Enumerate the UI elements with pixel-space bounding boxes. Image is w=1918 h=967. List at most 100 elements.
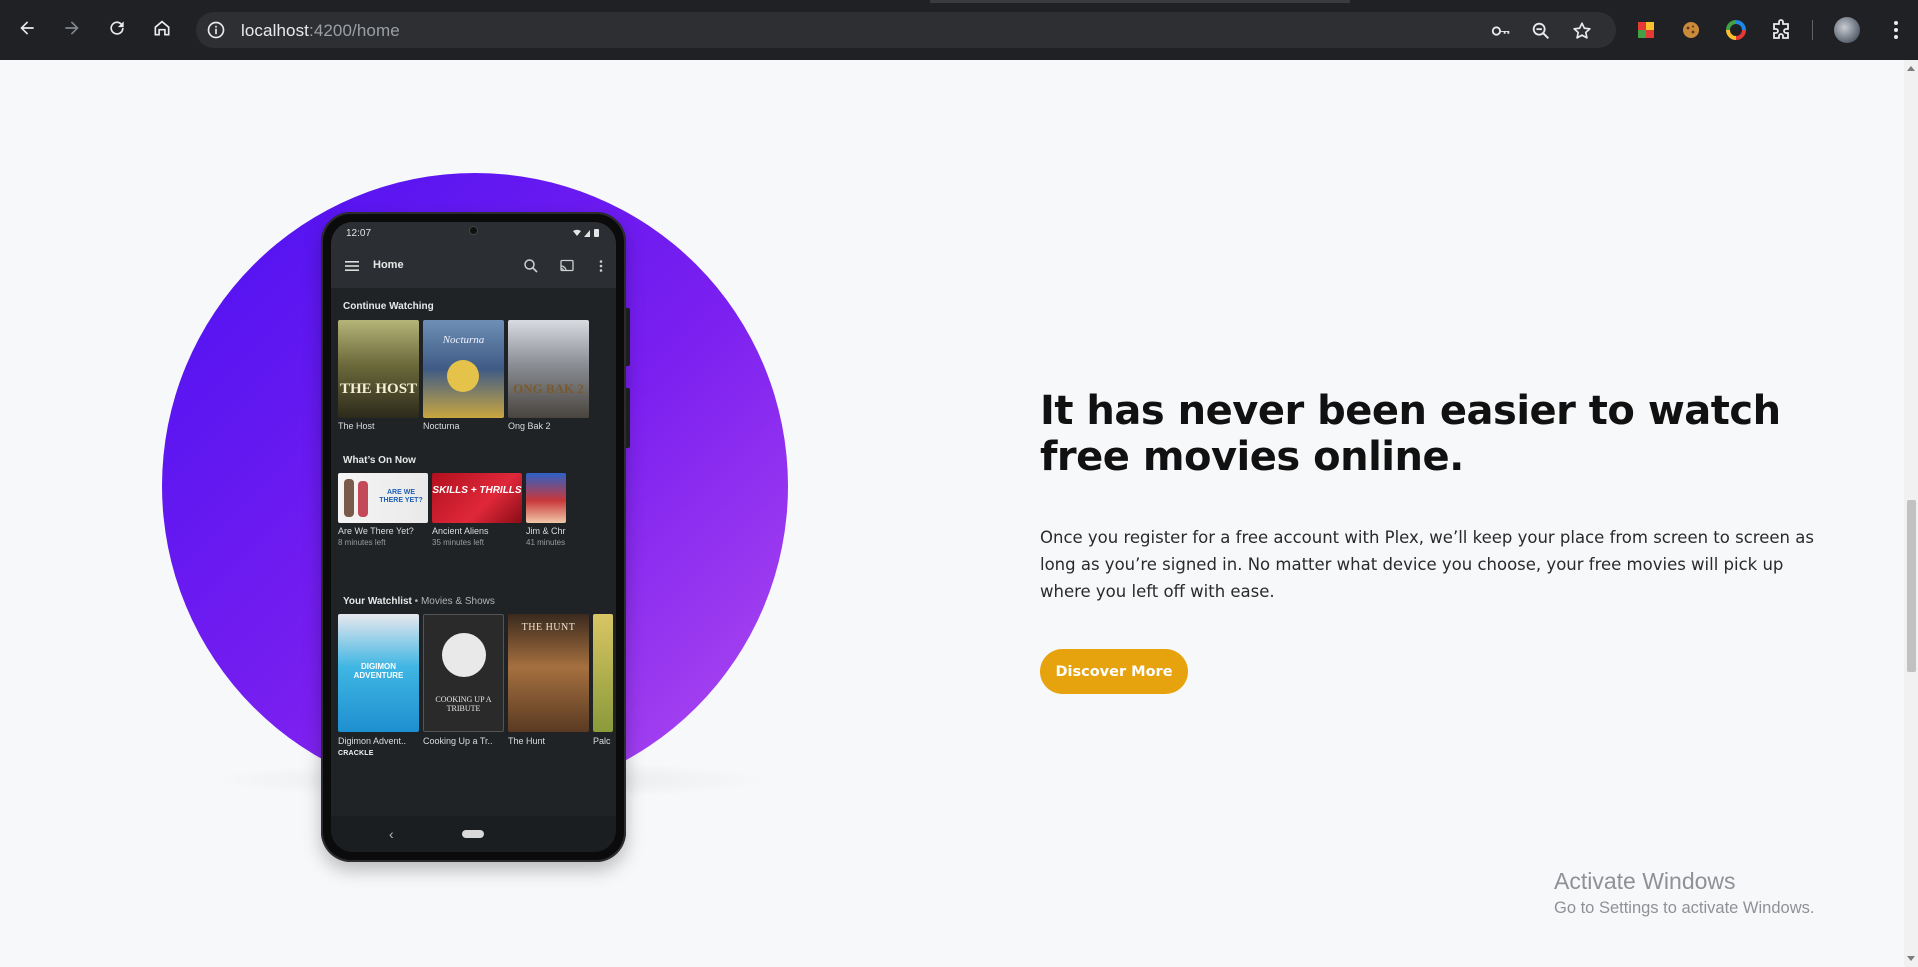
live-thumbnail: ARE WE THERE YET? bbox=[338, 473, 428, 523]
poster-card[interactable]: Nocturna Nocturna bbox=[423, 320, 504, 436]
poster-moon-shape bbox=[447, 360, 479, 392]
poster-caption: Nocturna bbox=[423, 421, 460, 431]
phone-camera bbox=[469, 226, 478, 235]
extension-colorblocks-icon[interactable] bbox=[1634, 18, 1658, 42]
back-button[interactable] bbox=[13, 14, 41, 42]
watchlist-subtitle: • Movies & Shows bbox=[411, 596, 495, 607]
thumb-figure bbox=[358, 481, 368, 517]
poster-art: THE HOST bbox=[338, 320, 419, 418]
reload-icon bbox=[110, 21, 124, 35]
crackle-badge: CRACKLE bbox=[338, 750, 374, 757]
phone-more-icon[interactable] bbox=[593, 258, 609, 274]
scroll-down-arrow[interactable] bbox=[1907, 956, 1915, 961]
live-card-title: Ancient Aliens bbox=[432, 526, 489, 536]
whats-on-now-heading: What’s On Now bbox=[343, 455, 416, 466]
scroll-up-arrow[interactable] bbox=[1907, 66, 1915, 71]
watchlist-heading: Your Watchlist • Movies & Shows bbox=[343, 596, 495, 607]
poster-art: DIGIMON ADVENTURE bbox=[338, 614, 419, 732]
browser-toolbar: localhost:4200/home bbox=[0, 0, 1918, 60]
discover-more-button[interactable]: Discover More bbox=[1040, 649, 1188, 694]
hamburger-menu-icon[interactable] bbox=[345, 260, 359, 272]
windows-activation-watermark: Activate Windows Go to Settings to activ… bbox=[1554, 868, 1814, 918]
phone-clock: 12:07 bbox=[346, 228, 372, 239]
phone-back-icon[interactable]: ‹ bbox=[389, 826, 394, 842]
hero-paragraph: Once you register for a free account wit… bbox=[1040, 528, 1814, 601]
profile-avatar[interactable] bbox=[1834, 17, 1860, 43]
poster-title-art: ONG BAK 2 bbox=[513, 381, 584, 396]
thumb-title-art: ARE WE THERE YET? bbox=[379, 489, 423, 504]
continue-watching-heading: Continue Watching bbox=[343, 301, 434, 312]
poster-art: THE HUNT bbox=[508, 614, 589, 732]
live-card[interactable]: SKILLS + THRILLS Ancient Aliens 35 minut… bbox=[432, 473, 522, 549]
thumb-figure bbox=[344, 479, 354, 517]
poster-title-art: DIGIMON ADVENTURE bbox=[353, 662, 404, 680]
poster-card[interactable]: THE HOST The Host bbox=[338, 320, 419, 436]
toolbar-separator bbox=[1812, 20, 1813, 40]
thumb-title-art: SKILLS + THRILLS bbox=[432, 485, 522, 496]
extensions-puzzle-icon[interactable] bbox=[1769, 18, 1793, 42]
url-path: :4200/home bbox=[309, 21, 400, 40]
bookmark-star-icon[interactable] bbox=[1571, 20, 1593, 42]
live-card[interactable]: Jim & Chris 41 minutes l bbox=[526, 473, 566, 549]
watchlist-card[interactable]: Palc bbox=[593, 614, 613, 764]
address-bar[interactable]: localhost:4200/home bbox=[196, 12, 1616, 48]
more-menu-icon[interactable] bbox=[1884, 16, 1908, 44]
poster-caption: Ong Bak 2 bbox=[508, 421, 551, 431]
status-signal-icons bbox=[573, 229, 599, 237]
poster-globe-shape bbox=[442, 633, 486, 677]
forward-button[interactable] bbox=[58, 14, 86, 42]
url-host: localhost bbox=[241, 21, 309, 40]
cast-icon[interactable] bbox=[559, 258, 575, 274]
live-card-title: Are We There Yet? bbox=[338, 526, 414, 536]
phone-home-pill[interactable] bbox=[462, 830, 484, 838]
live-card[interactable]: ARE WE THERE YET? Are We There Yet? 8 mi… bbox=[338, 473, 428, 549]
watermark-subtitle: Go to Settings to activate Windows. bbox=[1554, 899, 1815, 917]
phone-mockup: 12:07 Home Continue Watching THE HOST Th… bbox=[321, 212, 630, 862]
poster-card[interactable]: ONG BAK 2 Ong Bak 2 bbox=[508, 320, 589, 436]
poster-caption: Digimon Advent.. bbox=[338, 736, 407, 746]
poster-title-art: COOKING UP A TRIBUTE bbox=[435, 695, 492, 713]
arrow-left-icon bbox=[20, 21, 34, 35]
phone-screen: 12:07 Home Continue Watching THE HOST Th… bbox=[331, 222, 616, 852]
poster-art bbox=[593, 614, 613, 732]
watermark-title: Activate Windows bbox=[1554, 868, 1736, 894]
poster-title-art: THE HUNT bbox=[521, 622, 576, 633]
phone-app-bar: Home bbox=[331, 244, 616, 288]
live-thumbnail: SKILLS + THRILLS bbox=[432, 473, 522, 523]
watchlist-card[interactable]: COOKING UP A TRIBUTE Cooking Up a Tr.. bbox=[423, 614, 504, 764]
poster-caption: The Host bbox=[338, 421, 375, 431]
phone-status-bar: 12:07 bbox=[331, 222, 616, 244]
phone-app-title: Home bbox=[373, 259, 404, 271]
poster-title-art: THE HOST bbox=[339, 381, 418, 397]
scrollbar-thumb[interactable] bbox=[1907, 500, 1916, 672]
watchlist-title: Your Watchlist bbox=[343, 596, 412, 607]
arrow-right-icon bbox=[65, 21, 79, 35]
poster-caption: Cooking Up a Tr.. bbox=[423, 736, 493, 746]
phone-search-icon[interactable] bbox=[523, 258, 539, 274]
hero-headline: It has never been easier to watch free m… bbox=[1040, 388, 1781, 480]
zoom-icon[interactable] bbox=[1530, 20, 1552, 42]
poster-art: COOKING UP A TRIBUTE bbox=[423, 614, 504, 732]
key-icon[interactable] bbox=[1490, 20, 1512, 42]
watchlist-card[interactable]: THE HUNT The Hunt bbox=[508, 614, 589, 764]
live-card-time-left: 8 minutes left bbox=[338, 538, 386, 547]
reload-button[interactable] bbox=[103, 14, 131, 42]
phone-nav-bar: ‹ bbox=[331, 816, 616, 852]
url-text[interactable]: localhost:4200/home bbox=[241, 21, 400, 41]
poster-caption: Palc bbox=[593, 736, 611, 746]
watchlist-card[interactable]: DIGIMON ADVENTURE Digimon Advent.. CRACK… bbox=[338, 614, 419, 764]
page-scrollbar[interactable] bbox=[1904, 60, 1918, 967]
live-card-title: Jim & Chris bbox=[526, 526, 566, 536]
home-button[interactable] bbox=[148, 14, 176, 42]
extension-cookie-icon[interactable] bbox=[1679, 18, 1703, 42]
poster-art: Nocturna bbox=[423, 320, 504, 418]
live-card-time-left: 41 minutes l bbox=[526, 538, 566, 547]
phone-volume-button bbox=[626, 308, 630, 366]
site-info-icon[interactable] bbox=[206, 20, 226, 40]
phone-power-button bbox=[626, 388, 630, 448]
poster-art: ONG BAK 2 bbox=[508, 320, 589, 418]
poster-title-art: Nocturna bbox=[442, 334, 485, 346]
live-thumbnail bbox=[526, 473, 566, 523]
page-content: 12:07 Home Continue Watching THE HOST Th… bbox=[0, 60, 1904, 967]
extension-color-wheel-icon[interactable] bbox=[1724, 18, 1748, 42]
